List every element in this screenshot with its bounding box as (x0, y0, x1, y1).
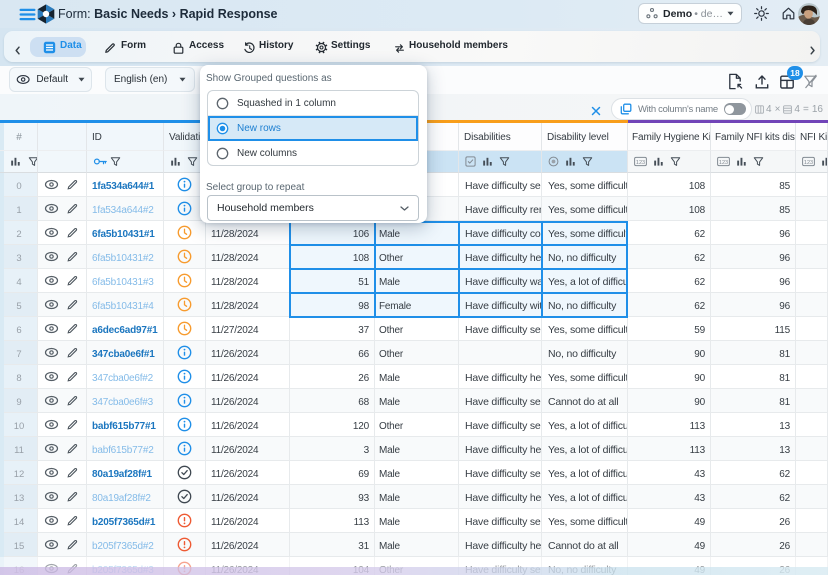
svg-text:123: 123 (719, 160, 728, 166)
svg-text:123: 123 (804, 160, 813, 166)
svg-text:123: 123 (636, 160, 645, 166)
